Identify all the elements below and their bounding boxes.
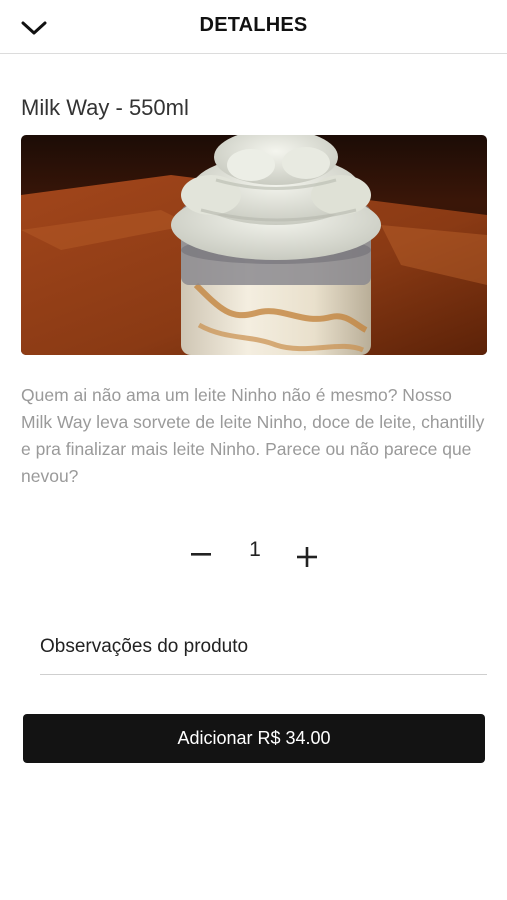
- minus-icon: [191, 553, 211, 556]
- product-description: Quem ai não ama um leite Ninho não é mes…: [21, 385, 485, 486]
- product-name: Milk Way - 550ml: [21, 95, 189, 120]
- quantity-stepper: 1: [0, 530, 507, 580]
- quantity-value: 1: [249, 538, 261, 561]
- add-to-cart-button[interactable]: Adicionar R$ 34.00: [23, 714, 485, 763]
- page-title: DETALHES: [199, 14, 308, 36]
- plus-icon: [297, 547, 317, 567]
- decrease-quantity-button[interactable]: [186, 540, 216, 570]
- product-image: [21, 135, 487, 355]
- header-bar: DETALHES: [0, 0, 507, 54]
- product-observations-input[interactable]: [40, 620, 487, 675]
- product-details-screen: DETALHES Milk Way - 550ml Quem ai não am…: [0, 0, 507, 900]
- increase-quantity-button[interactable]: [292, 542, 322, 572]
